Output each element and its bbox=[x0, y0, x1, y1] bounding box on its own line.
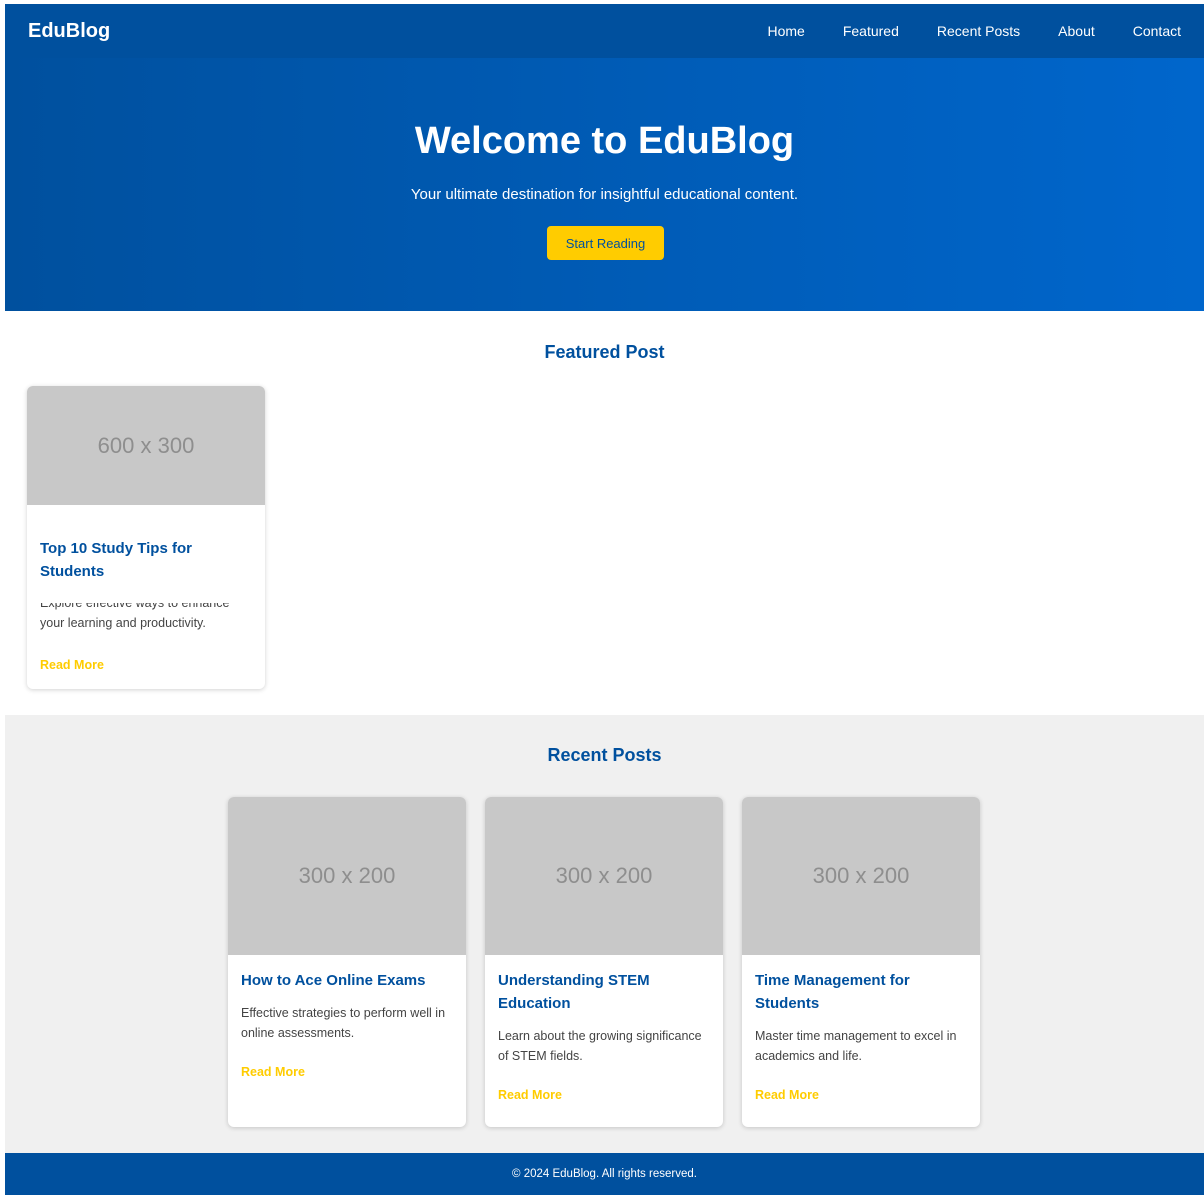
recent-post-title: How to Ace Online Exams bbox=[241, 972, 426, 989]
nav-link-contact[interactable]: Contact bbox=[1133, 23, 1181, 39]
recent-post-description: Effective strategies to perform well in … bbox=[241, 1006, 446, 1040]
recent-post-title: Understanding STEM Education bbox=[498, 972, 650, 1012]
recent-post-description: Master time management to excel in acade… bbox=[755, 1029, 957, 1063]
nav-links: Home Featured Recent Posts About Contact bbox=[729, 4, 1181, 58]
featured-post-title: Top 10 Study Tips for Students bbox=[40, 540, 192, 580]
recent-post-image: 300 x 200 bbox=[485, 797, 723, 955]
read-more-link[interactable]: Read More bbox=[241, 1065, 305, 1079]
nav-link-recent-posts[interactable]: Recent Posts bbox=[937, 23, 1020, 39]
nav-link-featured[interactable]: Featured bbox=[843, 23, 899, 39]
recent-post-description: Learn about the growing significance of … bbox=[498, 1029, 702, 1063]
recent-post-image: 300 x 200 bbox=[742, 797, 980, 955]
read-more-link[interactable]: Read More bbox=[498, 1088, 562, 1102]
featured-heading: Featured Post bbox=[544, 342, 665, 362]
start-reading-button[interactable]: Start Reading bbox=[547, 226, 664, 260]
site-logo[interactable]: EduBlog bbox=[28, 20, 110, 43]
card-body: Understanding STEM Education Learn about… bbox=[485, 955, 723, 1117]
recent-post-image: 300 x 200 bbox=[228, 797, 466, 955]
featured-read-more-link[interactable]: Read More bbox=[40, 658, 104, 672]
footer: © 2024 EduBlog. All rights reserved. bbox=[5, 1153, 1204, 1195]
recent-post-card: 300 x 200 Time Management for Students M… bbox=[742, 797, 980, 1127]
page: EduBlog Home Featured Recent Posts About… bbox=[5, 4, 1204, 1195]
hero-title: Welcome to EduBlog bbox=[414, 120, 795, 162]
featured-post-image: 600 x 300 bbox=[27, 386, 265, 505]
footer-copyright: © 2024 EduBlog. All rights reserved. bbox=[512, 1168, 697, 1180]
card-body: Time Management for Students Master time… bbox=[742, 955, 980, 1117]
read-more-link[interactable]: Read More bbox=[755, 1088, 819, 1102]
hero-section: Welcome to EduBlog Your ultimate destina… bbox=[5, 58, 1204, 311]
hero-subtitle: Your ultimate destination for insightful… bbox=[410, 186, 799, 203]
navbar: EduBlog Home Featured Recent Posts About… bbox=[5, 4, 1204, 58]
recent-post-title: Time Management for Students bbox=[755, 972, 910, 1012]
recent-post-card: 300 x 200 How to Ace Online Exams Effect… bbox=[228, 797, 466, 1127]
recent-post-card: 300 x 200 Understanding STEM Education L… bbox=[485, 797, 723, 1127]
featured-post-card: 600 x 300 Explore effective ways to enha… bbox=[27, 386, 265, 689]
card-body: How to Ace Online Exams Effective strate… bbox=[228, 955, 466, 1094]
recent-posts-section: Recent Posts 300 x 200 How to Ace Online… bbox=[5, 715, 1204, 1153]
nav-link-about[interactable]: About bbox=[1058, 23, 1095, 39]
nav-link-home[interactable]: Home bbox=[767, 23, 804, 39]
recent-heading: Recent Posts bbox=[547, 745, 662, 765]
